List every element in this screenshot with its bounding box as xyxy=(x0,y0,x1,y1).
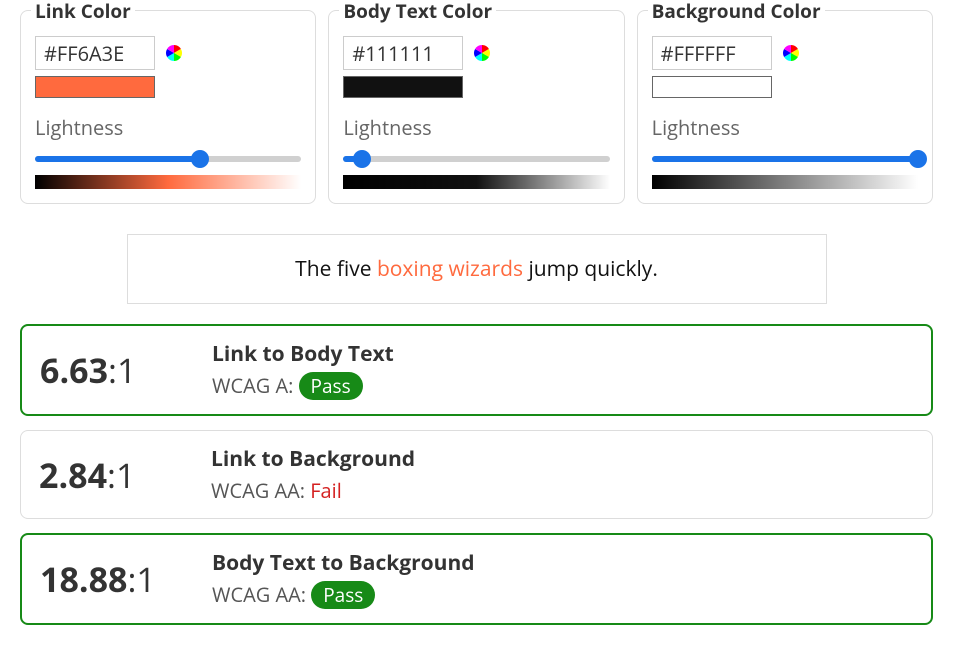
wcag-line: WCAG A: Pass xyxy=(212,372,913,400)
wcag-line: WCAG AA: Fail xyxy=(211,477,914,504)
wcag-label: WCAG A: xyxy=(212,372,299,399)
body-lightness-slider[interactable] xyxy=(343,149,609,169)
preview-link-text: boxing wizards xyxy=(377,255,523,283)
color-picker-row: Link Color Lightness Body Text Color Lig… xyxy=(20,10,933,204)
bg-color-card: Background Color Lightness xyxy=(637,10,933,204)
wcag-label: WCAG AA: xyxy=(211,477,310,504)
color-picker-icon[interactable] xyxy=(782,44,800,62)
wcag-line: WCAG AA: Pass xyxy=(212,581,913,609)
body-swatch xyxy=(343,76,463,98)
link-swatch xyxy=(35,76,155,98)
body-color-title: Body Text Color xyxy=(339,0,496,24)
color-picker-icon[interactable] xyxy=(165,44,183,62)
contrast-ratio: 18.88:1 xyxy=(40,556,190,602)
body-hex-input[interactable] xyxy=(343,36,463,70)
link-color-card: Link Color Lightness xyxy=(20,10,316,204)
status-badge: Pass xyxy=(299,372,363,400)
body-color-card: Body Text Color Lightness xyxy=(328,10,624,204)
status-badge: Pass xyxy=(311,581,375,609)
contrast-ratio: 2.84:1 xyxy=(39,452,189,498)
bg-gradient-bar xyxy=(652,175,918,189)
result-title: Body Text to Background xyxy=(212,549,913,577)
link-hex-input[interactable] xyxy=(35,36,155,70)
bg-lightness-slider[interactable] xyxy=(652,149,918,169)
lightness-label: Lightness xyxy=(35,114,301,141)
bg-color-title: Background Color xyxy=(648,0,825,24)
bg-hex-input[interactable] xyxy=(652,36,772,70)
wcag-label: WCAG AA: xyxy=(212,581,311,608)
link-lightness-slider[interactable] xyxy=(35,149,301,169)
preview-text-after: jump quickly. xyxy=(523,255,658,283)
body-gradient-bar xyxy=(343,175,609,189)
preview-text-before: The five xyxy=(295,255,377,283)
status-text: Fail xyxy=(310,477,342,504)
color-picker-icon[interactable] xyxy=(473,44,491,62)
results-list: 6.63:1 Link to Body Text WCAG A: Pass 2.84:… xyxy=(20,324,933,625)
link-gradient-bar xyxy=(35,175,301,189)
result-title: Link to Background xyxy=(211,445,914,473)
contrast-result-card: 18.88:1 Body Text to Background WCAG AA: P… xyxy=(20,533,933,625)
contrast-result-card: 2.84:1 Link to Background WCAG AA: Fail xyxy=(20,430,933,519)
bg-swatch xyxy=(652,76,772,98)
lightness-label: Lightness xyxy=(652,114,918,141)
contrast-ratio: 6.63:1 xyxy=(40,347,190,393)
lightness-label: Lightness xyxy=(343,114,609,141)
preview-text-box: The five boxing wizards jump quickly. xyxy=(127,234,827,304)
result-title: Link to Body Text xyxy=(212,340,913,368)
link-color-title: Link Color xyxy=(31,0,135,24)
contrast-result-card: 6.63:1 Link to Body Text WCAG A: Pass xyxy=(20,324,933,416)
